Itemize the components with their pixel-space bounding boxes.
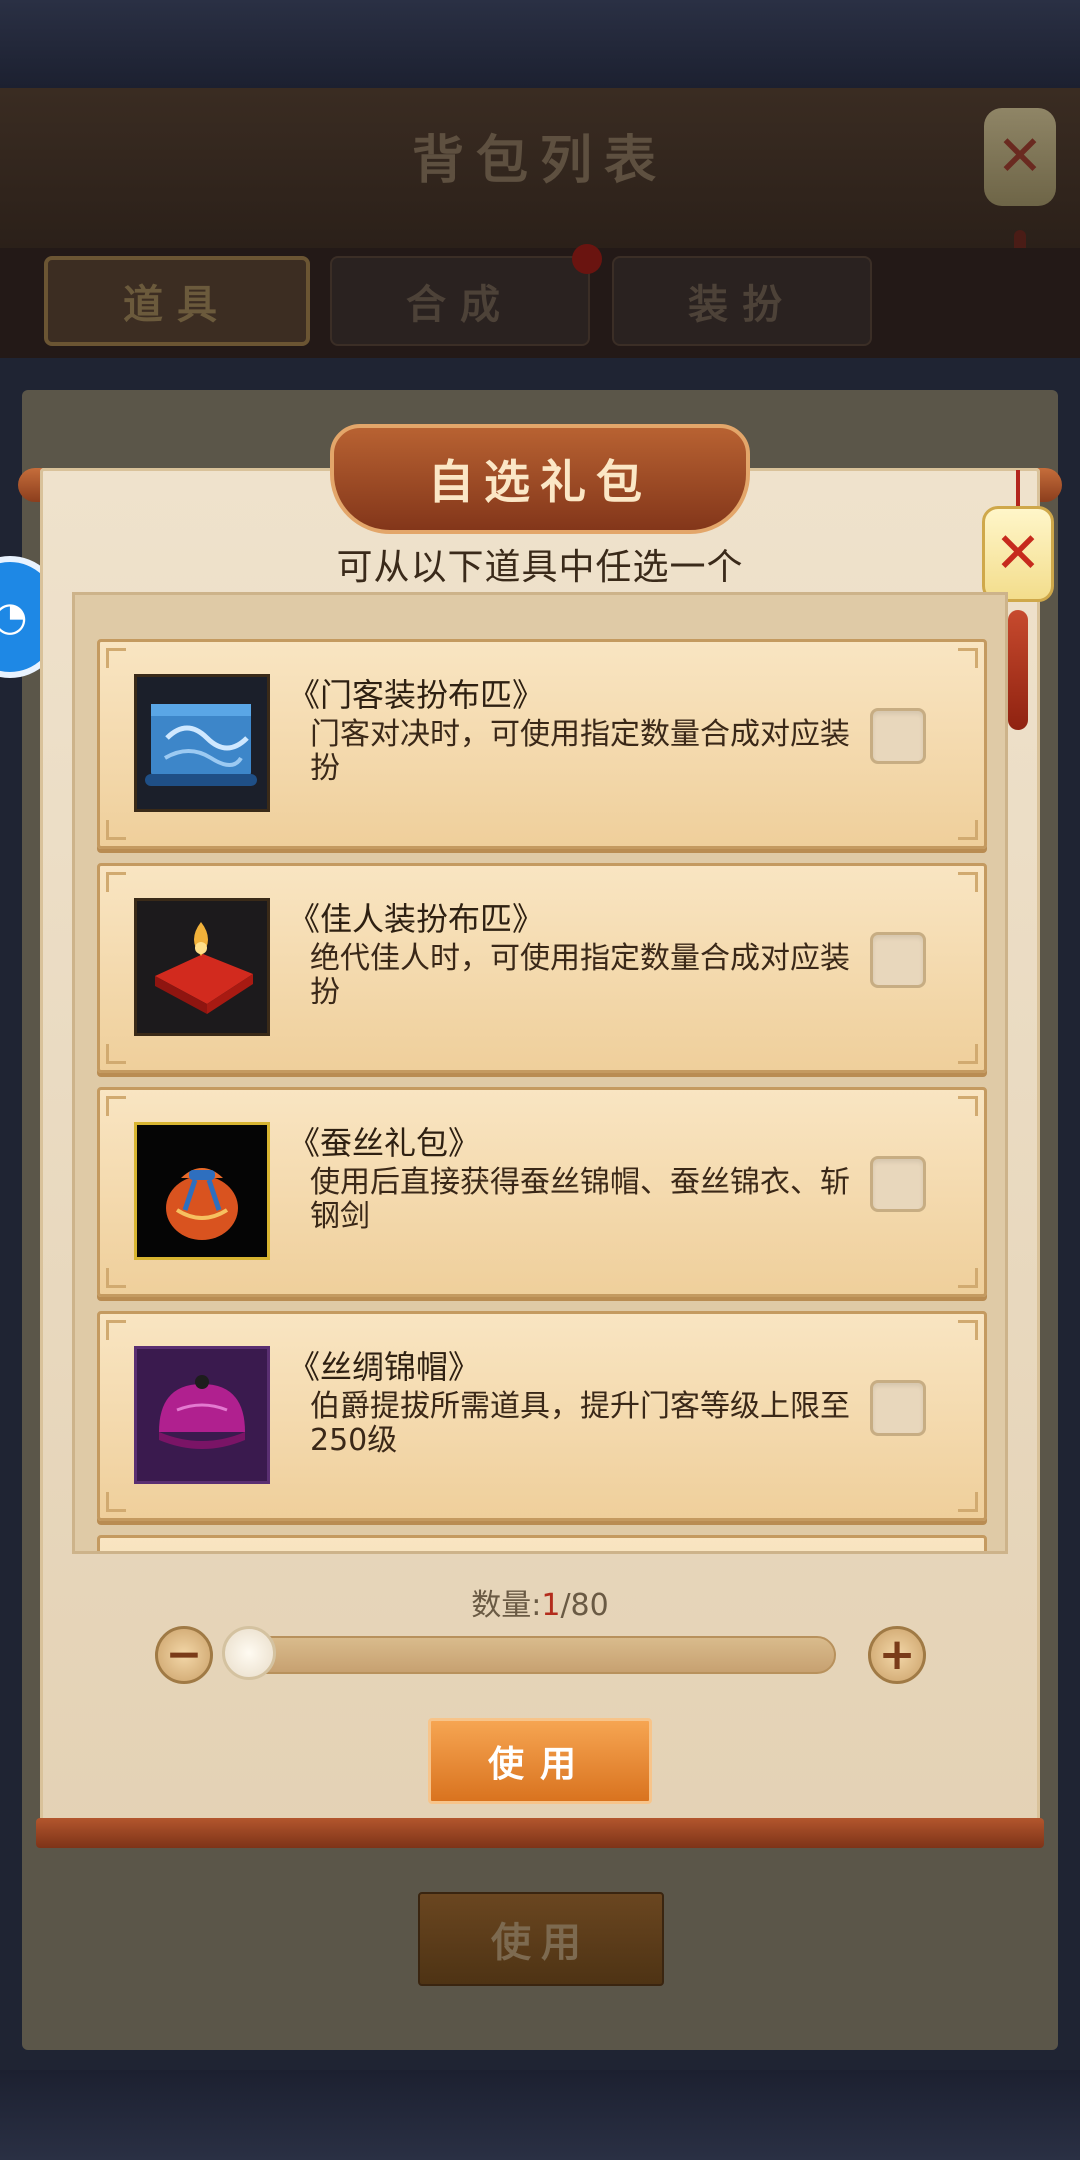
lantern-cord xyxy=(1016,470,1020,510)
item-description: 门客对决时，可使用指定数量合成对应装扮 xyxy=(310,717,850,786)
list-item[interactable]: 《门客装扮布匹》 门客对决时，可使用指定数量合成对应装扮 xyxy=(97,639,987,849)
notification-dot xyxy=(572,244,602,274)
backpack-close-button[interactable]: ✕ xyxy=(984,108,1056,206)
dialog-title: 自选礼包 xyxy=(428,455,652,509)
dialog-bottom-rail xyxy=(36,1818,1044,1848)
dialog-title-plate: 自选礼包 xyxy=(330,424,750,534)
item-description: 伯爵提拔所需道具，提升门客等级上限至250级 xyxy=(310,1389,850,1458)
bottom-bar-area xyxy=(0,2070,1080,2160)
gift-bag-icon xyxy=(134,1122,270,1260)
quantity-label: 数量:1/80 xyxy=(0,1580,1080,1624)
backpack-use-button[interactable]: 使用 xyxy=(418,1892,664,1986)
item-name: 《佳人装扮布匹》 xyxy=(288,900,545,938)
quantity-slider[interactable] xyxy=(236,1636,836,1674)
item-checkbox[interactable] xyxy=(870,1380,926,1436)
use-button[interactable]: 使用 xyxy=(428,1718,652,1804)
item-list[interactable]: 《门客装扮布匹》 门客对决时，可使用指定数量合成对应装扮 《佳人装扮布匹》 绝代… xyxy=(72,592,1008,1554)
item-name: 《丝绸锦帽》 xyxy=(288,1348,481,1386)
backpack-title: 背包列表 xyxy=(411,130,668,191)
tab-synthesis[interactable]: 合成 xyxy=(330,256,590,346)
minus-icon: − xyxy=(165,1629,203,1680)
silk-hat-icon xyxy=(134,1346,270,1484)
item-description: 使用后直接获得蚕丝锦帽、蚕丝锦衣、斩钢剑 xyxy=(310,1165,850,1234)
list-item[interactable]: 《丝绸锦帽》 伯爵提拔所需道具，提升门客等级上限至250级 xyxy=(97,1311,987,1521)
item-name: 《蚕丝礼包》 xyxy=(288,1124,481,1162)
increase-button[interactable]: + xyxy=(868,1626,926,1684)
list-item[interactable]: 《蚕丝礼包》 使用后直接获得蚕丝锦帽、蚕丝锦衣、斩钢剑 xyxy=(97,1087,987,1297)
quantity-title: 数量: xyxy=(471,1588,542,1623)
quantity-max: /80 xyxy=(560,1588,609,1623)
item-checkbox[interactable] xyxy=(870,932,926,988)
status-bar-area xyxy=(0,0,1080,88)
assistant-icon: ◔ xyxy=(0,594,28,640)
slider-handle[interactable] xyxy=(222,1626,276,1680)
tassel-decoration xyxy=(1008,610,1028,730)
red-cloth-icon xyxy=(134,898,270,1036)
tab-dress-up[interactable]: 装扮 xyxy=(612,256,872,346)
blue-scroll-icon xyxy=(134,674,270,812)
list-item[interactable]: 《佳人装扮布匹》 绝代佳人时，可使用指定数量合成对应装扮 xyxy=(97,863,987,1073)
dialog-subtitle: 可从以下道具中任选一个 xyxy=(336,547,744,588)
quantity-current: 1 xyxy=(541,1588,561,1623)
item-checkbox[interactable] xyxy=(870,708,926,764)
plus-icon: + xyxy=(878,1629,916,1680)
item-name: 《门客装扮布匹》 xyxy=(288,676,545,714)
tab-items[interactable]: 道具 xyxy=(44,256,310,346)
close-icon: ✕ xyxy=(996,124,1044,189)
decrease-button[interactable]: − xyxy=(155,1626,213,1684)
item-description: 绝代佳人时，可使用指定数量合成对应装扮 xyxy=(310,941,850,1010)
list-item[interactable] xyxy=(97,1535,987,1551)
item-checkbox[interactable] xyxy=(870,1156,926,1212)
